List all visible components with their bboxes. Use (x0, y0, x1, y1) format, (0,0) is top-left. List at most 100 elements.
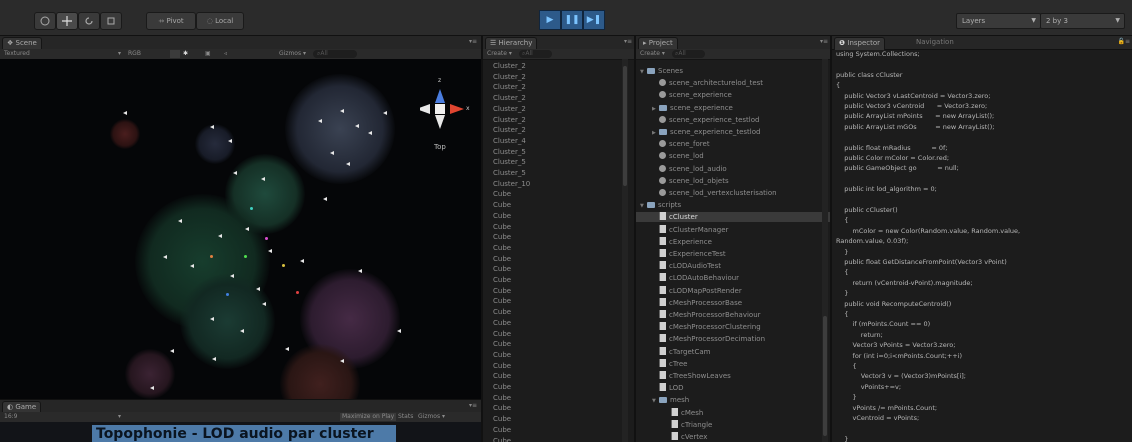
pivot-toggle[interactable]: ⇸ Pivot (146, 12, 196, 30)
game-gizmos-dropdown[interactable]: Gizmos ▾ (418, 412, 445, 422)
project-folder-item[interactable]: ▼ mesh (636, 395, 832, 405)
hierarchy-item[interactable]: Cube (493, 200, 511, 210)
aspect-dropdown[interactable]: 16:9 (4, 412, 17, 422)
hierarchy-item[interactable]: Cube (493, 414, 511, 424)
hierarchy-item[interactable]: Cluster_2 (493, 72, 526, 82)
project-asset-item[interactable]: scene_lod_audio (636, 164, 832, 174)
play-button[interactable]: ▶ (539, 10, 561, 30)
project-asset-item[interactable]: cLODAutoBehaviour (636, 273, 832, 283)
project-asset-item[interactable]: cCluster (636, 212, 832, 223)
move-tool-button[interactable] (56, 12, 78, 30)
hierarchy-item[interactable]: Cube (493, 436, 511, 442)
stats-toggle[interactable]: Stats (398, 412, 413, 422)
hierarchy-item[interactable]: Cluster_10 (493, 179, 530, 189)
hierarchy-item[interactable]: Cube (493, 425, 511, 435)
project-asset-item[interactable]: cMeshProcessorClustering (636, 322, 832, 332)
hierarchy-item[interactable]: Cube (493, 264, 511, 274)
project-asset-item[interactable]: LOD (636, 383, 832, 393)
project-asset-item[interactable]: cTree (636, 358, 832, 369)
project-asset-item[interactable]: cExperienceTest (636, 249, 832, 259)
project-scroll-thumb[interactable] (823, 316, 827, 436)
hierarchy-item[interactable]: Cube (493, 403, 511, 413)
panel-menu-icon[interactable]: ▾≡ (469, 402, 477, 409)
hierarchy-item[interactable]: Cluster_5 (493, 168, 526, 178)
scene-viewport[interactable]: z x Top (0, 59, 481, 399)
project-asset-item[interactable]: cTreeShowLeaves (636, 371, 832, 381)
project-folder-item[interactable]: ▼ Scenes (636, 66, 826, 76)
layout-dropdown[interactable]: 2 by 3 ▼ (1040, 13, 1125, 29)
hierarchy-item[interactable]: Cube (493, 189, 511, 199)
hierarchy-item[interactable]: Cluster_2 (493, 104, 526, 114)
shading-mode-dropdown[interactable]: Textured (4, 49, 30, 59)
project-asset-item[interactable]: cTriangle (636, 419, 832, 430)
hierarchy-item[interactable]: Cube (493, 296, 511, 306)
hand-tool-button[interactable] (34, 12, 56, 30)
hierarchy-item[interactable]: Cluster_2 (493, 61, 526, 71)
lock-icon[interactable]: 🔓≡ (1118, 38, 1131, 45)
hierarchy-item[interactable]: Cluster_2 (493, 125, 526, 135)
hierarchy-item[interactable]: Cube (493, 329, 511, 339)
hierarchy-item[interactable]: Cluster_2 (493, 93, 526, 103)
hierarchy-item[interactable]: Cluster_4 (493, 136, 526, 146)
rotate-tool-button[interactable] (78, 12, 100, 30)
hierarchy-item[interactable]: Cube (493, 350, 511, 360)
hierarchy-item[interactable]: Cube (493, 232, 511, 242)
gizmos-dropdown[interactable]: Gizmos ▾ (279, 49, 306, 59)
sun-icon[interactable]: ✱ (183, 49, 188, 59)
project-folder-item[interactable]: ▼ scripts (636, 200, 826, 210)
scale-tool-button[interactable] (100, 12, 122, 30)
shading-dropdown-arrow[interactable]: ▾ (118, 49, 121, 59)
hierarchy-item[interactable]: Cube (493, 361, 511, 371)
project-asset-item[interactable]: scene_experience (636, 90, 832, 100)
project-create-dropdown[interactable]: Create ▾ (640, 49, 665, 59)
panel-menu-icon[interactable]: ▾≡ (624, 38, 632, 45)
project-asset-item[interactable]: scene_foret (636, 139, 832, 149)
layers-dropdown[interactable]: Layers ▼ (956, 13, 1041, 29)
hierarchy-item[interactable]: Cluster_5 (493, 157, 526, 167)
project-asset-item[interactable]: cMesh (636, 407, 832, 418)
hierarchy-item[interactable]: Cube (493, 318, 511, 328)
hierarchy-item[interactable]: Cube (493, 222, 511, 232)
expand-arrow-icon[interactable]: ▼ (640, 201, 647, 211)
project-asset-item[interactable]: cLODMapPostRender (636, 285, 832, 296)
tab-navigation[interactable]: Navigation (912, 37, 958, 49)
local-toggle[interactable]: ◌ Local (196, 12, 244, 30)
step-button[interactable]: ▶❚ (583, 10, 605, 30)
audio-icon[interactable]: ◃ (224, 49, 227, 59)
hierarchy-item[interactable]: Cube (493, 254, 511, 264)
pause-button[interactable]: ❚❚ (561, 10, 583, 30)
project-folder-item[interactable]: ▶ scene_experience_testlod (636, 127, 832, 137)
game-viewport[interactable]: Topophonie - LOD audio par cluster (0, 422, 481, 442)
project-asset-item[interactable]: cMeshProcessorDecimation (636, 334, 832, 344)
project-asset-item[interactable]: cLODAudioTest (636, 261, 832, 271)
project-asset-item[interactable]: scene_architecturelod_test (636, 78, 832, 88)
hierarchy-item[interactable]: Cluster_2 (493, 82, 526, 92)
orientation-gizmo[interactable]: z x Top (416, 77, 470, 156)
scene-search-input[interactable]: ⌕All (313, 50, 357, 58)
panel-menu-icon[interactable]: ▾≡ (469, 38, 477, 45)
hierarchy-item[interactable]: Cube (493, 307, 511, 317)
expand-arrow-icon[interactable]: ▼ (652, 396, 659, 406)
hierarchy-scroll-thumb[interactable] (623, 66, 627, 186)
lighting-toggle[interactable] (170, 50, 180, 58)
project-asset-item[interactable]: scene_lod_objets (636, 176, 832, 186)
expand-arrow-icon[interactable]: ▶ (652, 128, 659, 138)
render-mode-dropdown[interactable]: RGB (128, 49, 141, 59)
hierarchy-item[interactable]: Cube (493, 382, 511, 392)
tab-inspector[interactable]: ❶ Inspector (834, 37, 886, 50)
hierarchy-search-input[interactable]: ⌕All (519, 50, 552, 58)
panel-menu-icon[interactable]: ▾≡ (820, 38, 828, 45)
hierarchy-item[interactable]: Cube (493, 393, 511, 403)
hierarchy-item[interactable]: Cluster_2 (493, 115, 526, 125)
create-dropdown[interactable]: Create ▾ (487, 49, 512, 59)
aspect-dropdown-arrow[interactable]: ▾ (118, 412, 121, 422)
project-asset-item[interactable]: scene_experience_testlod (636, 115, 832, 125)
expand-arrow-icon[interactable]: ▶ (652, 104, 659, 114)
hierarchy-item[interactable]: Cube (493, 211, 511, 221)
project-asset-item[interactable]: cTargetCam (636, 346, 832, 357)
hierarchy-item[interactable]: Cube (493, 243, 511, 253)
image-icon[interactable]: ▣ (205, 49, 211, 59)
project-asset-item[interactable]: cMeshProcessorBehaviour (636, 310, 832, 320)
project-asset-item[interactable]: scene_lod_vertexclusterisation (636, 188, 832, 198)
project-asset-item[interactable]: cExperience (636, 236, 832, 247)
